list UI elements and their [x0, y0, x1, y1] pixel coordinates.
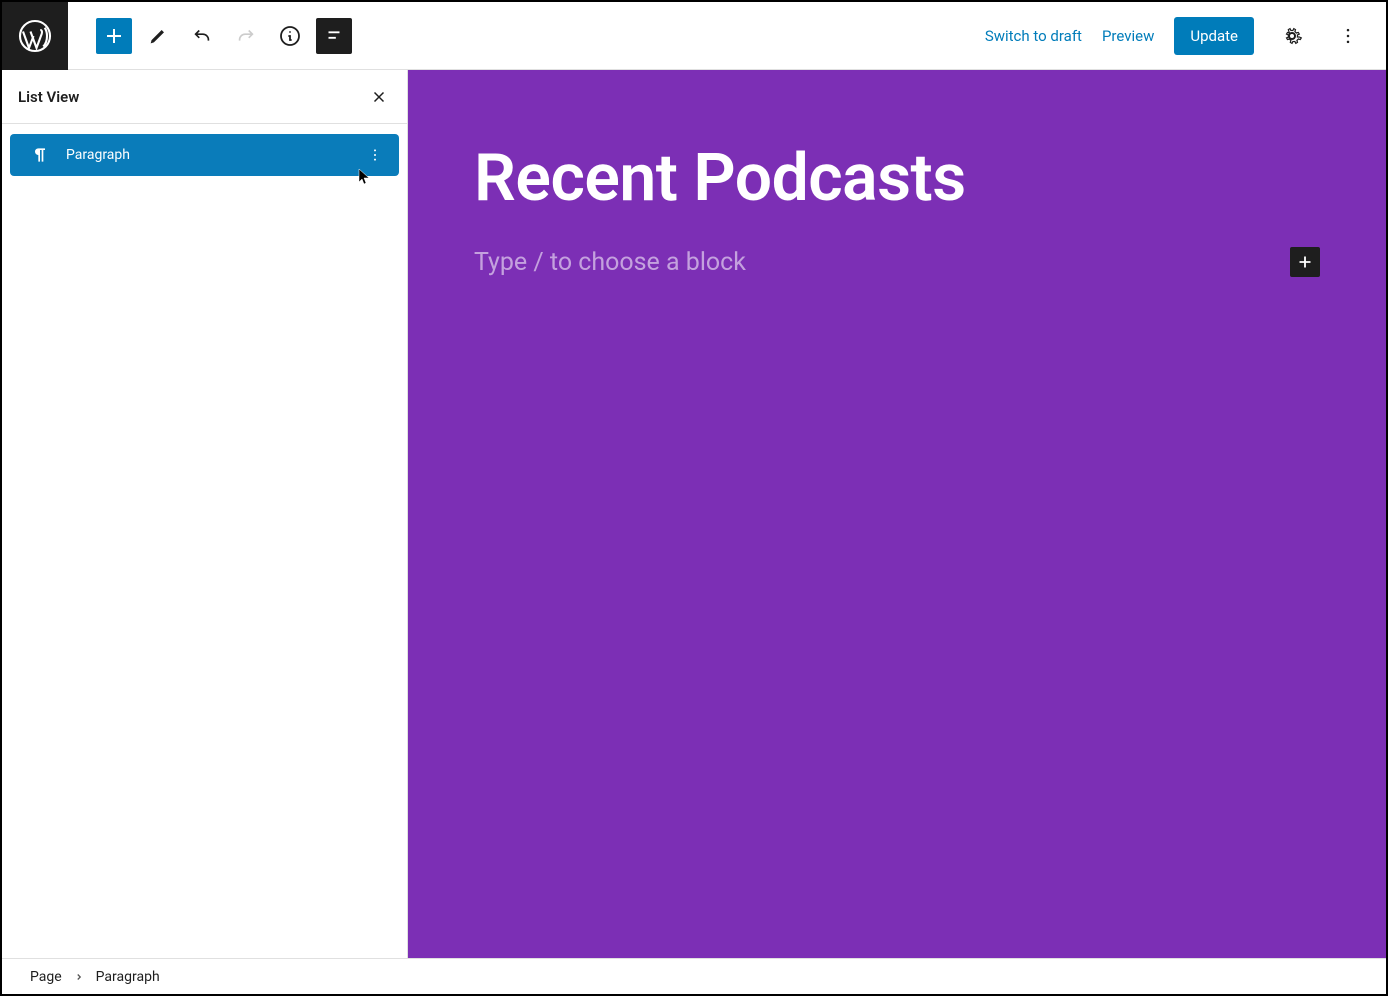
gear-icon: [1280, 24, 1304, 48]
preview-button[interactable]: Preview: [1102, 27, 1154, 45]
plus-icon: [102, 24, 126, 48]
wordpress-logo[interactable]: [2, 2, 68, 70]
add-block-button[interactable]: [96, 18, 132, 54]
list-view-body: Paragraph: [2, 124, 407, 186]
more-vertical-icon: [367, 147, 383, 163]
edit-mode-button[interactable]: [140, 18, 176, 54]
pencil-icon: [147, 25, 169, 47]
wordpress-icon: [17, 18, 53, 54]
chevron-right-icon: [74, 972, 84, 982]
list-view-header: List View: [2, 70, 407, 124]
main-area: List View Paragraph Recent Podcasts Type…: [2, 70, 1386, 958]
more-options-button[interactable]: [1330, 18, 1366, 54]
inline-add-block-button[interactable]: [1290, 247, 1320, 277]
page-title[interactable]: Recent Podcasts: [474, 140, 1320, 217]
close-icon: [370, 88, 388, 106]
close-list-view-button[interactable]: [367, 85, 391, 109]
undo-button[interactable]: [184, 18, 220, 54]
update-button[interactable]: Update: [1174, 17, 1254, 55]
editor-canvas[interactable]: Recent Podcasts Type / to choose a block: [408, 70, 1386, 958]
list-item-options-button[interactable]: [363, 143, 387, 167]
list-view-title: List View: [18, 88, 79, 106]
list-view-button[interactable]: [316, 18, 352, 54]
switch-to-draft-button[interactable]: Switch to draft: [985, 27, 1082, 45]
paragraph-icon: [30, 145, 50, 165]
toolbar-left: [68, 18, 352, 54]
info-button[interactable]: [272, 18, 308, 54]
more-vertical-icon: [1338, 26, 1358, 46]
top-toolbar: Switch to draft Preview Update: [2, 2, 1386, 70]
block-placeholder-row: Type / to choose a block: [474, 247, 1320, 277]
list-view-panel: List View Paragraph: [2, 70, 408, 958]
undo-icon: [191, 25, 213, 47]
breadcrumb-root[interactable]: Page: [30, 969, 62, 985]
breadcrumb: Page Paragraph: [2, 958, 1386, 994]
block-placeholder[interactable]: Type / to choose a block: [474, 248, 746, 277]
breadcrumb-current[interactable]: Paragraph: [96, 969, 160, 985]
list-item-label: Paragraph: [66, 147, 363, 163]
toolbar-right: Switch to draft Preview Update: [985, 17, 1386, 55]
info-icon: [278, 24, 302, 48]
list-view-icon: [323, 25, 345, 47]
list-item-paragraph[interactable]: Paragraph: [10, 134, 399, 176]
settings-button[interactable]: [1274, 18, 1310, 54]
plus-icon: [1294, 251, 1316, 273]
redo-icon: [235, 25, 257, 47]
redo-button[interactable]: [228, 18, 264, 54]
